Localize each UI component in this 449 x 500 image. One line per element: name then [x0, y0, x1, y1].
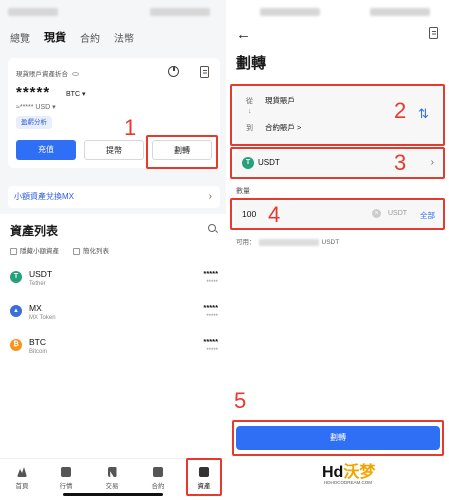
balance-masked: ***** [16, 84, 51, 101]
highlight-box-4 [230, 198, 445, 230]
page-title: 劃轉 [236, 55, 267, 72]
tab-overview[interactable]: 總覽 [10, 30, 30, 45]
tab-futures[interactable]: 合約 [80, 30, 100, 45]
hide-small-checkbox[interactable]: 隱藏小額資產 [10, 245, 59, 255]
trade-arrows-icon [107, 467, 117, 477]
back-arrow-icon[interactable]: ← [236, 26, 251, 43]
nav-home[interactable]: 首頁 [4, 467, 40, 490]
deposit-button[interactable]: 充值 [16, 140, 76, 160]
list-item[interactable]: T USDT Tether ***** ***** [10, 269, 218, 299]
futures-icon [153, 467, 163, 477]
quantity-label: 數量 [236, 188, 250, 195]
nav-trade[interactable]: 交易 [94, 467, 130, 490]
home-indicator [63, 493, 163, 496]
step-number-5: 5 [234, 388, 247, 413]
step-number-4: 4 [268, 202, 281, 227]
mx-coin-icon: ▲ [10, 305, 22, 317]
spot-assets-screen: 總覽 現貨 合約 法幣 現貨賬戶資產折合 ***** BTC ▾ ≈***** … [0, 0, 226, 500]
balance-unit-select[interactable]: BTC ▾ [66, 90, 85, 98]
highlight-box-5 [232, 420, 444, 456]
status-bar [0, 0, 226, 22]
nav-market[interactable]: 行情 [48, 467, 84, 490]
asset-tabs: 總覽 現貨 合約 法幣 [0, 22, 226, 52]
btc-coin-icon: ₿ [10, 339, 22, 351]
tab-fiat[interactable]: 法幣 [114, 30, 134, 45]
status-bar [230, 0, 449, 22]
pie-chart-icon[interactable] [168, 66, 179, 77]
list-item[interactable]: ₿ BTC Bitcoin ***** ***** [10, 337, 218, 367]
tab-spot[interactable]: 現貨 [44, 29, 66, 45]
records-icon[interactable] [429, 27, 438, 39]
highlight-box-3 [230, 147, 445, 179]
simple-list-checkbox[interactable]: 簡化列表 [73, 245, 109, 255]
account-title: 現貨賬戶資產折合 [16, 71, 68, 78]
withdraw-button[interactable]: 提幣 [84, 140, 144, 160]
step-number-3: 3 [394, 150, 407, 175]
chevron-right-icon: › [208, 191, 212, 202]
search-icon[interactable] [208, 224, 216, 232]
watermark-logo: Hd沃梦 HDHOCODREAM.COM [320, 456, 390, 496]
step-number-2: 2 [394, 98, 407, 123]
usd-equivalent[interactable]: ≈***** USD ▾ [16, 103, 56, 111]
highlight-box-1 [146, 135, 218, 169]
transfer-screen: ← 劃轉 從 現貨賬戶 ↓ 到 合約賬戶 > ⇅ T USDT › 數量 100… [230, 0, 449, 500]
checkbox-icon [73, 247, 80, 255]
highlight-box-2 [230, 84, 445, 146]
asset-list: 資產列表 隱藏小額資產 簡化列表 T USDT Tether ***** ***… [0, 214, 226, 464]
checkbox-icon [10, 247, 17, 255]
nav-futures[interactable]: 合約 [140, 467, 176, 490]
eye-icon[interactable] [71, 72, 79, 77]
asset-list-title: 資產列表 [10, 224, 59, 238]
small-asset-exchange-link[interactable]: 小額資產兌換MX › [8, 186, 220, 208]
highlight-box-nav [186, 458, 222, 496]
step-number-1: 1 [124, 115, 137, 140]
available-balance: 可用： USDT [236, 238, 340, 246]
chart-icon [61, 467, 71, 477]
profit-analysis-button[interactable]: 盈虧分析 [16, 116, 52, 129]
home-icon [17, 467, 27, 477]
list-item[interactable]: ▲ MX MX Token ***** ***** [10, 303, 218, 333]
usdt-coin-icon: T [10, 271, 22, 283]
records-icon[interactable] [200, 66, 209, 78]
